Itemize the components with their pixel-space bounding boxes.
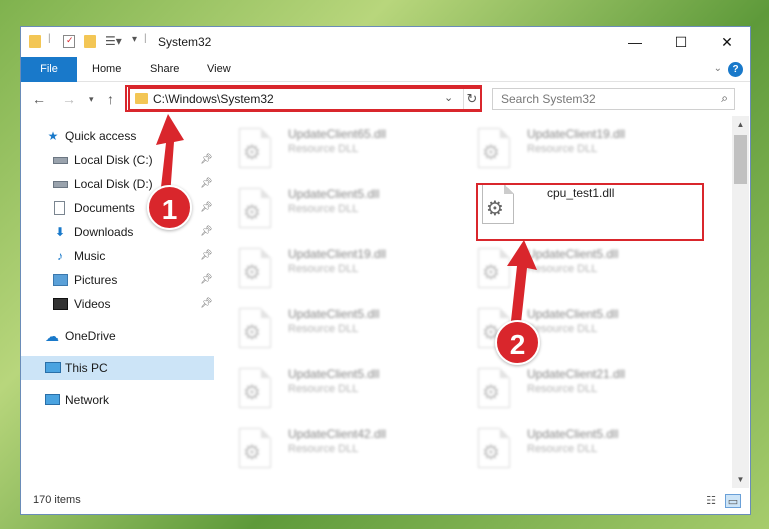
- step-1-badge: 1: [147, 185, 192, 230]
- arrow-1: [156, 114, 184, 196]
- arrow-up-icon: [507, 240, 537, 332]
- arrow-2: [507, 240, 537, 332]
- step-2-badge: 2: [495, 320, 540, 365]
- arrow-up-icon: [156, 114, 184, 196]
- annotation-arrows: [156, 114, 537, 332]
